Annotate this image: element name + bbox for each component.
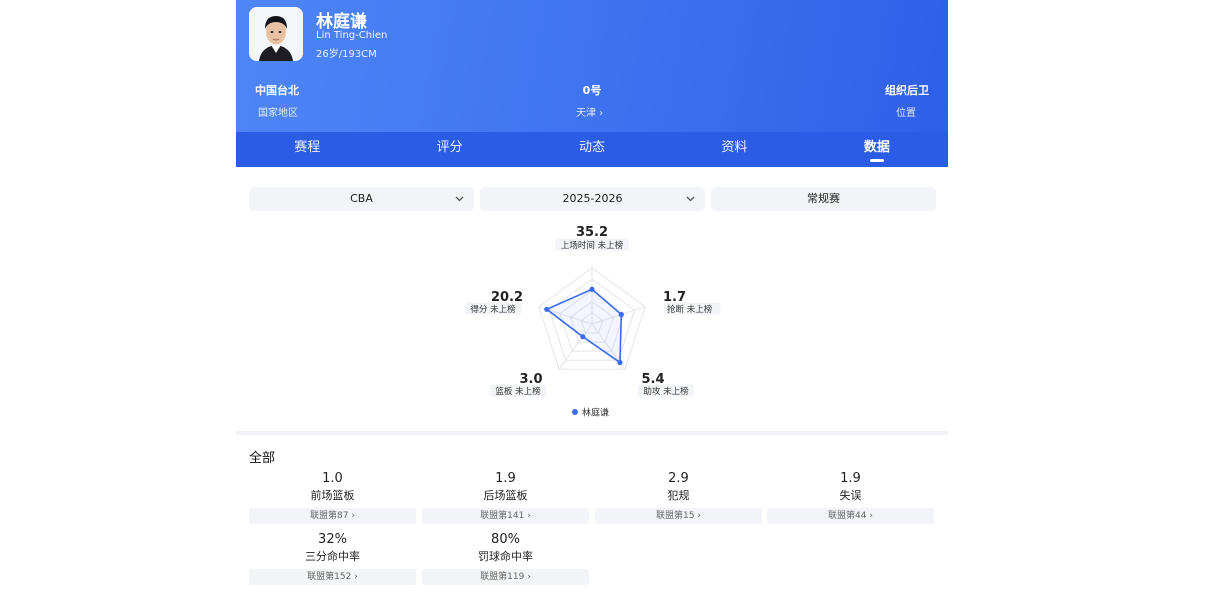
chevron-down-icon bbox=[686, 187, 695, 221]
stat-value: 1.0 bbox=[322, 471, 343, 486]
team-link[interactable]: 天津 › bbox=[576, 104, 616, 119]
stat-label: 前场篮板 bbox=[310, 489, 355, 502]
stat-label: 罚球命中率 bbox=[478, 550, 533, 563]
league-select[interactable]: CBA bbox=[249, 187, 474, 211]
stat-rank-link[interactable]: 联盟第87 › bbox=[249, 508, 416, 524]
stat-value: 1.9 bbox=[495, 471, 516, 486]
section-title: 全部 bbox=[249, 451, 276, 466]
stat-rank-link[interactable]: 联盟第15 › bbox=[595, 508, 762, 524]
chevron-down-icon bbox=[455, 187, 464, 221]
filter-bar: CBA 2025-2026 常规赛 bbox=[249, 187, 936, 211]
radar-point bbox=[580, 334, 586, 340]
player-avatar bbox=[249, 7, 303, 61]
radar-axis-value: 35.2 bbox=[576, 225, 608, 240]
stat-rank-link[interactable]: 联盟第119 › bbox=[422, 569, 589, 585]
stat-label: 三分命中率 bbox=[305, 550, 360, 563]
stage-select[interactable]: 常规赛 bbox=[711, 187, 936, 211]
player-page: 林庭谦 Lin Ting-Chien 26岁/193CM 中国台北 0号 组织后… bbox=[236, 0, 948, 594]
legend-marker bbox=[572, 409, 578, 415]
radar-chart: 35.2上场时间 未上榜1.7抢断 未上榜5.4助攻 未上榜3.0篮板 未上榜2… bbox=[464, 225, 721, 419]
tab-profile[interactable]: 资料 bbox=[663, 132, 805, 167]
radar-point bbox=[617, 359, 623, 366]
stat-value: 1.9 bbox=[840, 471, 861, 486]
stat-value: 80% bbox=[491, 532, 520, 547]
stat-card: 80% 罚球命中率 联盟第119 › bbox=[422, 531, 589, 585]
stat-rank-link[interactable]: 联盟第152 › bbox=[249, 569, 416, 585]
stat-card: 1.0 前场篮板 联盟第87 › bbox=[249, 470, 416, 524]
stat-rank-link[interactable]: 联盟第141 › bbox=[422, 508, 589, 524]
stat-label: 后场篮板 bbox=[483, 489, 528, 502]
player-age-height: 26岁/193CM bbox=[316, 49, 377, 60]
tab-schedule[interactable]: 赛程 bbox=[236, 132, 378, 167]
stage-select-value: 常规赛 bbox=[807, 192, 840, 205]
stat-card: 1.9 失误 联盟第44 › bbox=[767, 470, 934, 524]
chart-legend: 林庭谦 bbox=[572, 407, 609, 419]
stat-card: 2.9 犯规 联盟第15 › bbox=[595, 470, 762, 524]
radar-axis-label: 上场时间 未上榜 bbox=[561, 240, 624, 251]
player-number: 0号 bbox=[582, 84, 602, 97]
player-name-en: Lin Ting-Chien bbox=[316, 30, 388, 41]
section-divider bbox=[236, 431, 948, 435]
tab-data[interactable]: 数据 bbox=[806, 132, 948, 167]
player-position: 组织后卫 bbox=[885, 84, 929, 97]
player-region: 中国台北 bbox=[255, 84, 299, 97]
stat-card: 32% 三分命中率 联盟第152 › bbox=[249, 531, 416, 585]
radar-point bbox=[544, 306, 550, 312]
season-select-value: 2025-2026 bbox=[562, 192, 623, 205]
stat-rank-link[interactable]: 联盟第44 › bbox=[767, 508, 934, 524]
league-select-value: CBA bbox=[350, 192, 373, 205]
radar-point bbox=[618, 311, 624, 318]
tab-rating[interactable]: 评分 bbox=[378, 132, 520, 167]
tab-bar: 赛程 评分 动态 资料 数据 bbox=[236, 132, 948, 167]
player-name: 林庭谦 bbox=[316, 12, 367, 32]
radar-axis-label: 抢断 未上榜 bbox=[667, 304, 713, 315]
stat-value: 32% bbox=[318, 532, 347, 547]
stat-label: 失误 bbox=[839, 489, 862, 502]
stat-value: 2.9 bbox=[668, 471, 689, 486]
tab-news[interactable]: 动态 bbox=[521, 132, 663, 167]
radar-axis-label: 得分 未上榜 bbox=[470, 304, 516, 315]
radar-axis-label: 篮板 未上榜 bbox=[495, 386, 541, 397]
stat-label: 犯规 bbox=[667, 489, 690, 502]
radar-point bbox=[589, 286, 595, 292]
position-label: 位置 bbox=[896, 108, 916, 119]
region-label: 国家地区 bbox=[258, 108, 298, 119]
radar-axis-label: 助攻 未上榜 bbox=[643, 386, 689, 397]
legend-label: 林庭谦 bbox=[582, 407, 609, 419]
season-select[interactable]: 2025-2026 bbox=[480, 187, 705, 211]
player-header: 林庭谦 Lin Ting-Chien 26岁/193CM 中国台北 0号 组织后… bbox=[236, 0, 948, 132]
stat-card: 1.9 后场篮板 联盟第141 › bbox=[422, 470, 589, 524]
